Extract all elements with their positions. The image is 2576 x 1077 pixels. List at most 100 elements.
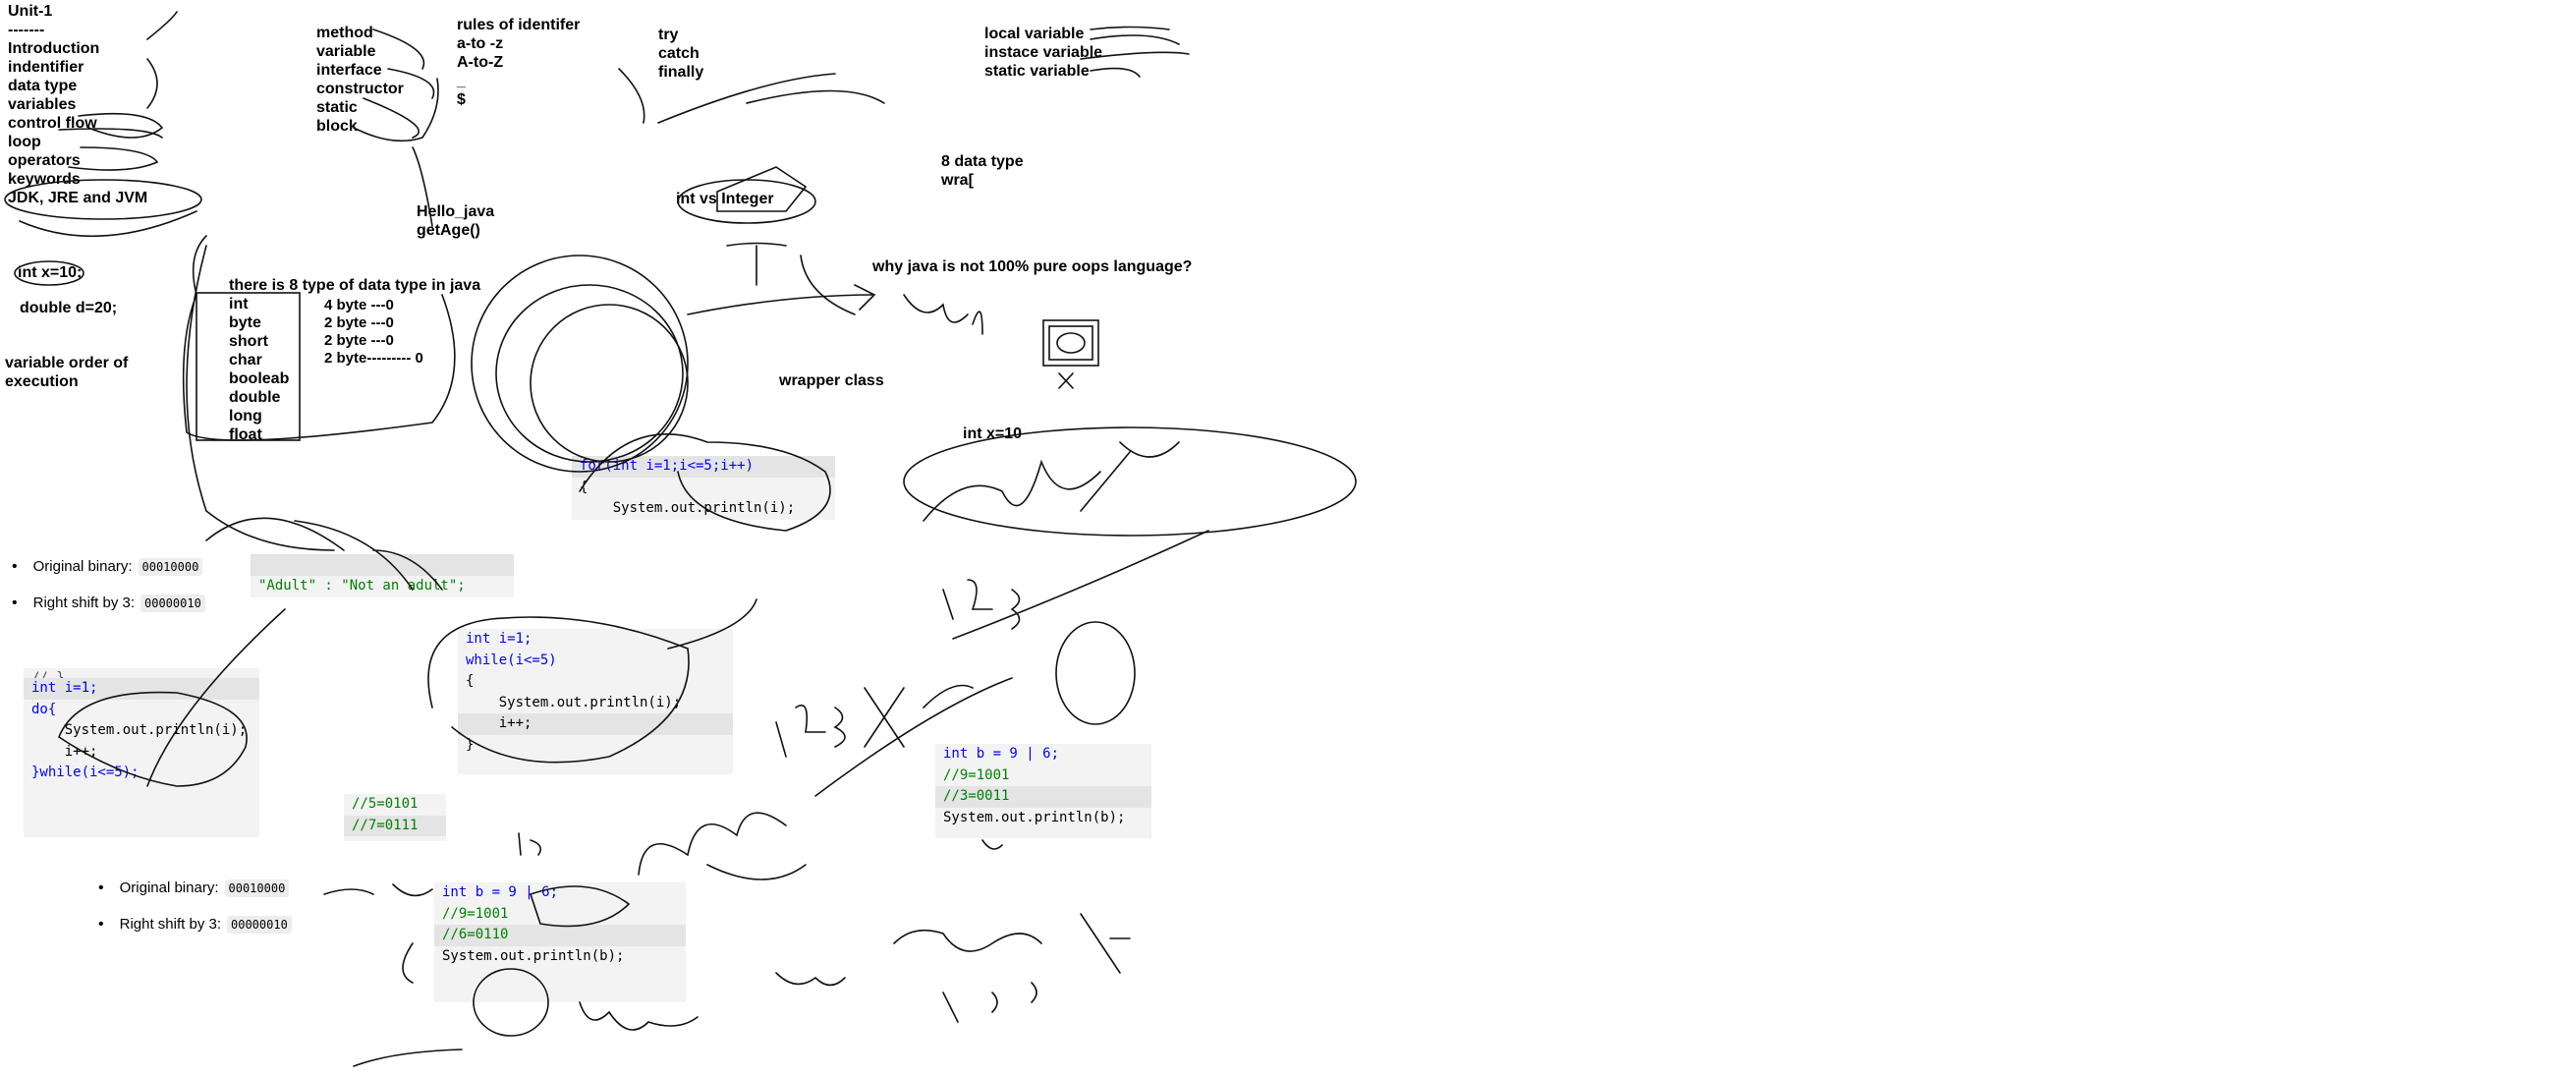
rules-heading: rules of identifer (457, 17, 581, 33)
topic-variable: variable (316, 43, 376, 60)
while-line-5: i++; (458, 713, 733, 735)
oops-question: why java is not 100% pure oops language? (872, 258, 1193, 275)
wrapper-class: wrapper class (779, 372, 884, 389)
topic-method: method (316, 25, 373, 41)
do-line-2-text: do{ (31, 701, 57, 717)
for-loop-code: for(int i=1;i<=5;i++) { System.out.print… (572, 456, 835, 520)
scribble-obj (903, 294, 983, 335)
topic-variables: variables (8, 96, 77, 113)
variable-order-text: variable order of execution (5, 354, 128, 391)
ternary-line-1: "Adult" : "Not an adult"; (251, 576, 514, 597)
identifier-rules: rules of identifer a-to -z A-to-Z _ $ (457, 16, 580, 109)
bin-line-2: //7=0111 (344, 815, 446, 836)
do-line-5-text: }while(i<=5); (31, 765, 140, 780)
bitwise-or-code-bottom: int b = 9 | 6; //9=1001 //6=0110 System.… (434, 882, 686, 1002)
scribble-arrow-down (1080, 913, 1131, 974)
topic-constructor: constructor (316, 81, 404, 97)
local-variable: local variable (984, 26, 1085, 42)
do-line-3: System.out.println(i); (31, 722, 248, 738)
ternary-code: "Adult" : "Not an adult"; (251, 554, 514, 597)
freehand-sketch-layer[interactable] (0, 0, 2576, 1077)
topic-introduction: Introduction (8, 40, 100, 57)
topic-keywords: keywords (8, 171, 81, 188)
scribble-bottom-text (579, 1001, 699, 1031)
datatype-double: double (229, 389, 281, 406)
orb-line-2: //9=1001 (434, 904, 686, 926)
ternary-line-0 (251, 554, 514, 576)
while-line-3: { (466, 673, 475, 689)
orr-line-3: //3=0011 (935, 786, 1151, 808)
while-line-1-text: int i=1; (466, 631, 532, 647)
scribble-5421-left (323, 883, 433, 897)
while-line-2-text: while(i<=5) (466, 652, 557, 668)
while-loop-code: int i=1; while(i<=5) { System.out.printl… (458, 629, 733, 774)
datatype-heading: there is 8 type of data type in java (229, 277, 481, 294)
int-vs-integer: int vs Integer (676, 191, 774, 207)
scribble-x-mark (1058, 372, 1074, 389)
datatype-char: char (229, 352, 262, 368)
rule-lowercase: a-to -z (457, 35, 504, 52)
scribble-123-letters (942, 579, 1021, 630)
eight-data-type: 8 data type wra[ (941, 152, 1024, 190)
do-line-2: do{ (24, 700, 259, 721)
bin-line-1-text: //5=0101 (352, 796, 419, 812)
orb-line-3: //6=0110 (434, 925, 686, 946)
orr-line-4: System.out.println(b); (943, 809, 1126, 825)
bullet-label-2: Right shift by 3: (119, 916, 221, 933)
example-int-x: int x=10; (18, 264, 83, 281)
while-line-4: System.out.println(i); (466, 694, 682, 710)
datatype-float: float (229, 426, 262, 443)
scribble-ten (518, 832, 541, 856)
bin-line-2-text: //7=0111 (352, 817, 419, 833)
size-int: 4 byte ---0 (324, 297, 394, 313)
bullet-value-2: 00010000 (224, 879, 290, 897)
size-byte: 2 byte ---0 (324, 314, 394, 331)
bin-line-1: //5=0101 (344, 794, 446, 816)
shift-bullets-top: Original binary: 00010000 Right shift by … (12, 548, 205, 621)
scribble-s-curve (402, 942, 414, 984)
datatype-boolean: booleab (229, 370, 290, 387)
orr-line-2-text: //9=1001 (943, 766, 1010, 783)
kw-finally: finally (658, 64, 704, 81)
orb-line-4: System.out.println(b); (442, 947, 625, 964)
do-while-code: // } int i=1; do{ System.out.println(i);… (24, 668, 259, 837)
rule-dollar: $ (457, 91, 466, 108)
bullet-value-2: 00000010 (227, 915, 292, 934)
binary-comment-code: //5=0101 //7=0111 (344, 794, 446, 841)
scribble-jdk-curve (19, 210, 197, 238)
bullet-label: Original binary: (32, 558, 133, 575)
topic-identifier: indentifier (8, 59, 84, 76)
datatype-list: int byte short char booleab double long … (229, 295, 289, 444)
variable-types: local variable instace variable static v… (984, 25, 1102, 81)
while-line-2: while(i<=5) (458, 651, 733, 672)
bullet-label: Right shift by 3: (32, 595, 135, 611)
ternary-text: "Adult" : "Not an adult"; (258, 577, 466, 594)
orr-line-1-text: int b = 9 | 6; (943, 746, 1060, 762)
do-line-0-text: // } (31, 670, 65, 678)
orb-line-3-text: //6=0110 (442, 927, 509, 942)
do-line-1: int i=1; (24, 678, 259, 700)
topic-jdk-jre-jvm: JDK, JRE and JVM (8, 190, 148, 206)
exception-keywords: try catch finally (658, 26, 703, 82)
eight-data-type-line2: wra[ (941, 172, 974, 189)
orb-line-2-text: //9=1001 (442, 905, 509, 922)
do-line-0: // } (24, 668, 259, 678)
topic-separator: ------- (8, 22, 45, 38)
scribble-box-b (1048, 325, 1093, 361)
topic-static: static (316, 99, 358, 116)
scribble-big-circle-2 (495, 284, 684, 463)
bullet-right-shift-2: Right shift by 3: 00000010 (98, 906, 292, 942)
orr-line-2: //9=1001 (935, 765, 1151, 787)
int-x10: int x=10 (963, 425, 1023, 442)
datatype-sizes: 4 byte ---0 2 byte ---0 2 byte ---0 2 by… (324, 297, 423, 368)
bullet-original-binary: Original binary: 00010000 (12, 548, 205, 585)
scribble-box-circle (1056, 332, 1086, 354)
datatype-int: int (229, 296, 249, 312)
example-double-d: double d=20; (20, 300, 118, 316)
scribble-010-bottom (775, 972, 846, 987)
do-line-1-text: int i=1; (31, 680, 98, 696)
bullet-right-shift: Right shift by 3: 00000010 (12, 585, 205, 621)
scribble-box-a (1042, 319, 1099, 367)
size-short: 2 byte ---0 (324, 332, 394, 349)
scribble-diag-line (952, 530, 1209, 640)
